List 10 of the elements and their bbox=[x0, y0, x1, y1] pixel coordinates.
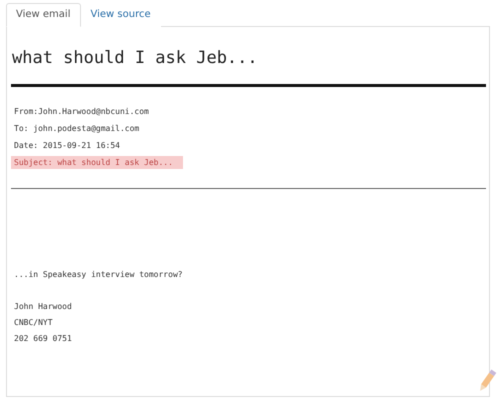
header-line: To: john.podesta@gmail.com bbox=[13, 123, 140, 135]
header-line: From:John.Harwood@nbcuni.com bbox=[13, 106, 150, 118]
signature-line: CNBC/NYT bbox=[13, 317, 54, 329]
signature-line: John Harwood bbox=[13, 301, 73, 313]
tab[interactable]: View email bbox=[6, 3, 80, 27]
email-title: what should I ask Jeb... bbox=[12, 47, 259, 69]
message-text: ...in Speakeasy interview tomorrow? bbox=[13, 269, 184, 281]
tab[interactable]: View source bbox=[80, 3, 161, 27]
header-line: Date: 2015-09-21 16:54 bbox=[13, 140, 121, 152]
signature-line: 202 669 0751 bbox=[13, 333, 73, 345]
